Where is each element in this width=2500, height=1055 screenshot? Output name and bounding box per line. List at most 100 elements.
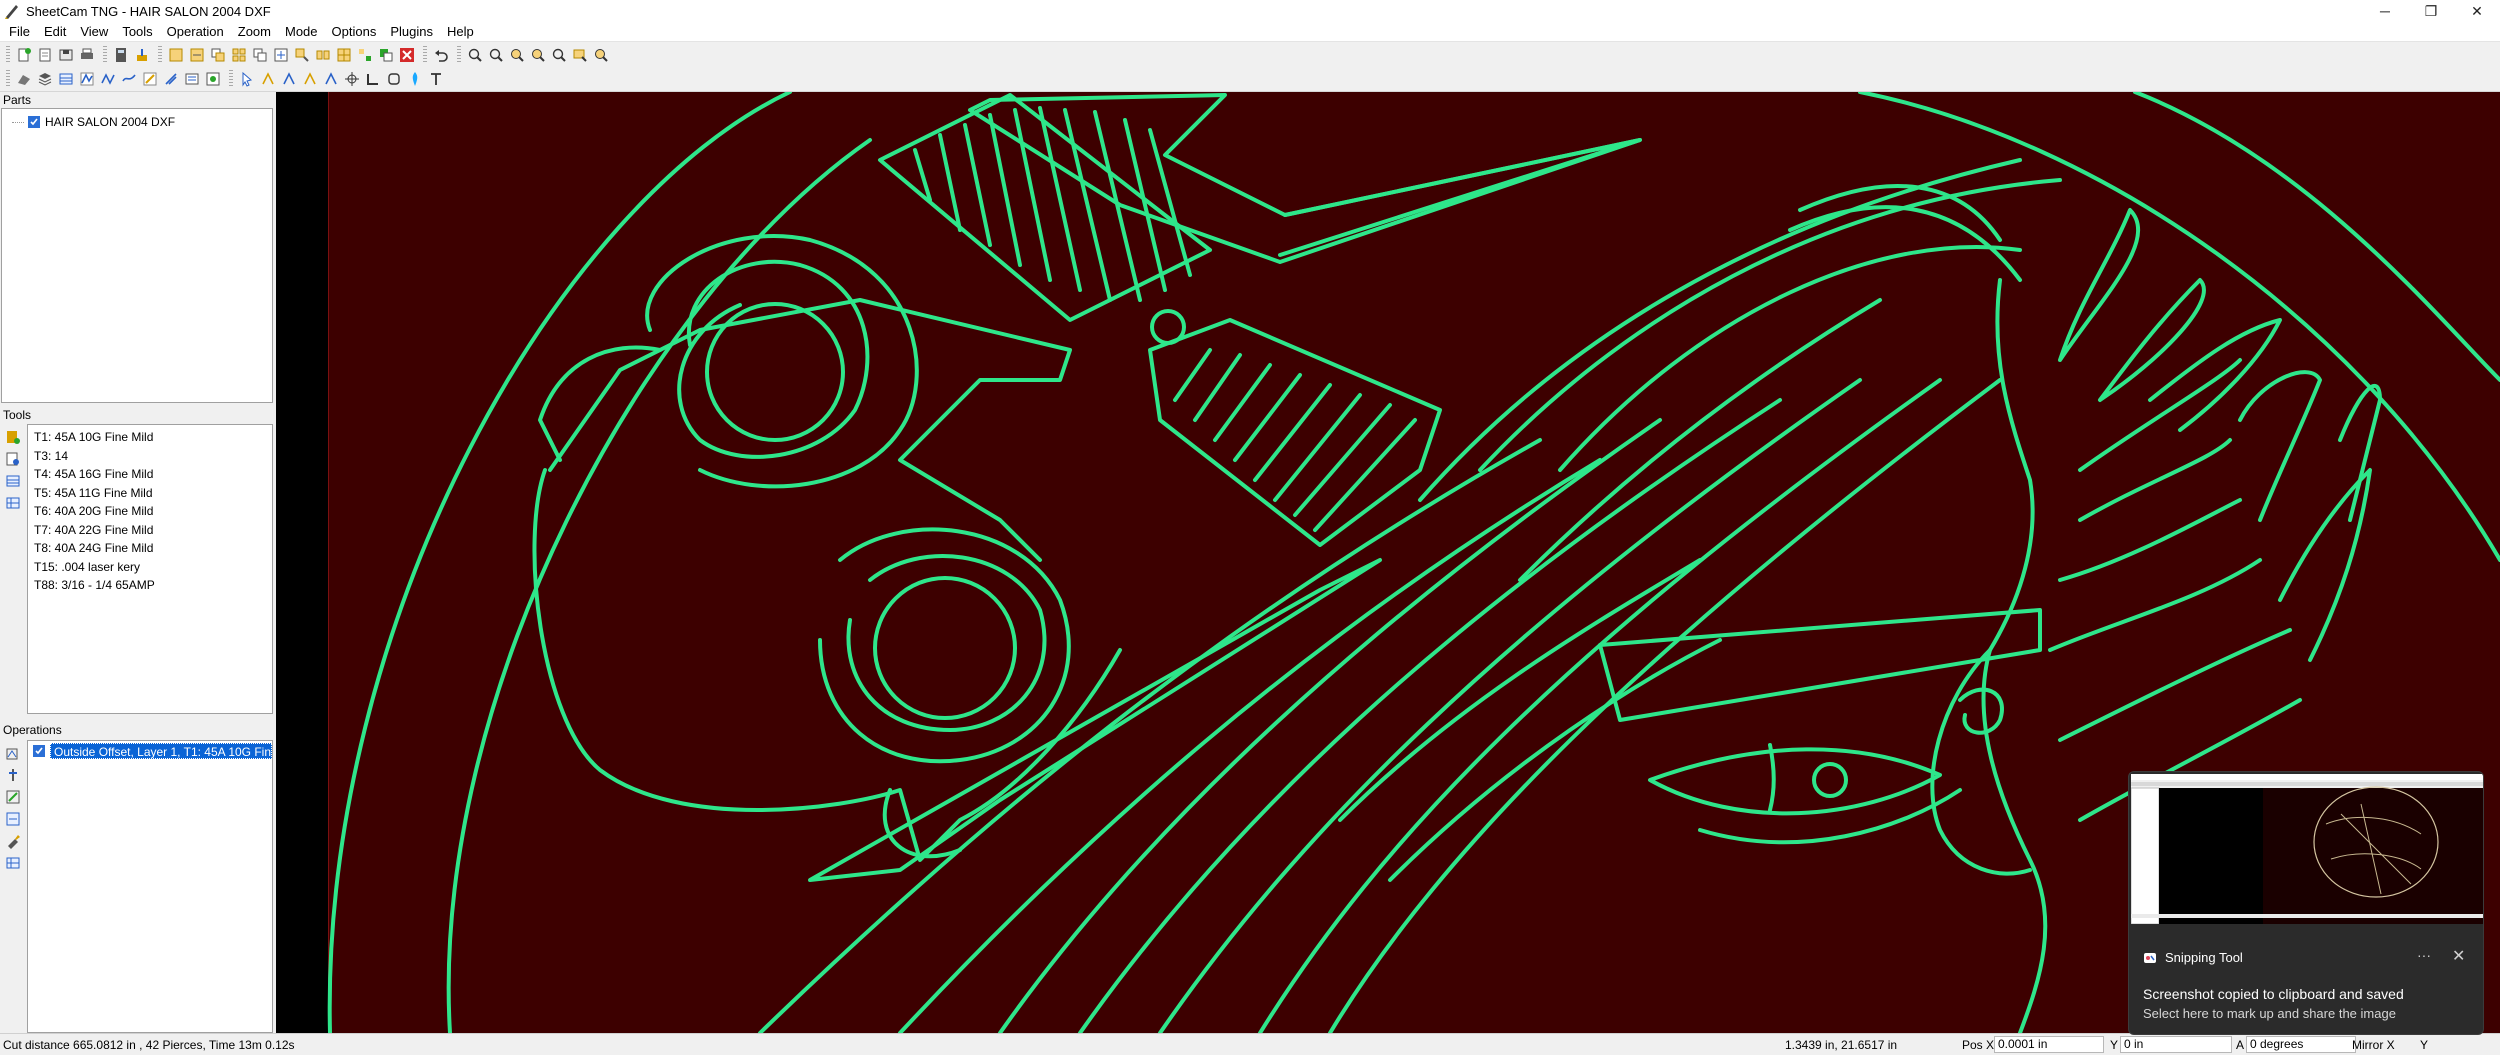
more-options-icon[interactable]: ··· bbox=[2417, 947, 2431, 963]
array-part-icon[interactable] bbox=[229, 45, 248, 64]
cut-inside-icon[interactable] bbox=[98, 70, 117, 89]
toolbar-grip[interactable] bbox=[6, 45, 10, 64]
start-point-icon[interactable] bbox=[258, 70, 277, 89]
machine-options-icon[interactable] bbox=[14, 70, 33, 89]
menu-options[interactable]: Options bbox=[325, 22, 384, 42]
text-icon[interactable] bbox=[426, 70, 445, 89]
menu-plugins[interactable]: Plugins bbox=[383, 22, 440, 42]
toast-close-icon[interactable]: ✕ bbox=[2452, 946, 2465, 966]
select-all-icon[interactable] bbox=[166, 45, 185, 64]
nest-part-icon[interactable] bbox=[334, 45, 353, 64]
menu-file[interactable]: File bbox=[2, 22, 37, 42]
toolbar-grip[interactable] bbox=[103, 45, 107, 64]
explode-part-icon[interactable] bbox=[355, 45, 374, 64]
y-input[interactable]: 0 in bbox=[2120, 1036, 2232, 1053]
tool-item[interactable]: T7: 40A 22G Fine Mild bbox=[28, 521, 272, 540]
select-parts-icon[interactable] bbox=[187, 45, 206, 64]
tool-item[interactable]: T5: 45A 11G Fine Mild bbox=[28, 484, 272, 503]
close-button[interactable]: ✕ bbox=[2454, 0, 2500, 22]
sheet-origin-icon[interactable] bbox=[363, 70, 382, 89]
undo-icon[interactable] bbox=[431, 45, 450, 64]
flame-icon[interactable] bbox=[405, 70, 424, 89]
tab-icon[interactable] bbox=[300, 70, 319, 89]
menu-tools[interactable]: Tools bbox=[115, 22, 159, 42]
tool-item[interactable]: T6: 40A 20G Fine Mild bbox=[28, 502, 272, 521]
delete-part-icon[interactable] bbox=[397, 45, 416, 64]
zoom-in-icon[interactable] bbox=[465, 45, 484, 64]
rotate-part-icon[interactable] bbox=[250, 45, 269, 64]
post-process-icon[interactable] bbox=[132, 45, 151, 64]
clone-part-icon[interactable] bbox=[376, 45, 395, 64]
toolbar-grip[interactable] bbox=[158, 45, 162, 64]
snipping-tool-notification[interactable]: Snipping Tool ··· ✕ Screenshot copied to… bbox=[2128, 771, 2484, 1035]
save-icon[interactable] bbox=[56, 45, 75, 64]
operation-table-icon[interactable] bbox=[3, 854, 23, 872]
print-icon[interactable] bbox=[77, 45, 96, 64]
menu-edit[interactable]: Edit bbox=[37, 22, 73, 42]
operation-settings-icon[interactable] bbox=[3, 766, 23, 784]
drill-icon[interactable] bbox=[140, 70, 159, 89]
operation-tool-icon[interactable] bbox=[3, 832, 23, 850]
tool-item[interactable]: T8: 40A 24G Fine Mild bbox=[28, 539, 272, 558]
tool-list-icon[interactable] bbox=[3, 472, 23, 490]
operation-checkbox[interactable] bbox=[33, 744, 45, 757]
move-operation-icon[interactable] bbox=[3, 788, 23, 806]
tool-item[interactable]: T15: .004 laser kery bbox=[28, 558, 272, 577]
operation-row[interactable]: Outside Offset, Layer 1, T1: 45A 10G Fin… bbox=[33, 742, 272, 759]
part-row[interactable]: HAIR SALON 2004 DXF bbox=[12, 113, 272, 131]
maximize-button[interactable]: ❐ bbox=[2408, 0, 2454, 22]
tool-table-icon[interactable] bbox=[56, 70, 75, 89]
move-part-icon[interactable] bbox=[271, 45, 290, 64]
lead-in-icon[interactable] bbox=[279, 70, 298, 89]
tool-table-side-icon[interactable] bbox=[3, 494, 23, 512]
part-checkbox[interactable] bbox=[28, 116, 40, 128]
angle-input[interactable]: 0 degrees bbox=[2246, 1036, 2356, 1053]
scale-part-icon[interactable] bbox=[292, 45, 311, 64]
edit-tool-icon[interactable] bbox=[3, 450, 23, 468]
cut-on-line-icon[interactable] bbox=[119, 70, 138, 89]
cut-outside-icon[interactable] bbox=[77, 70, 96, 89]
copy-operation-icon[interactable] bbox=[3, 810, 23, 828]
measure-icon[interactable] bbox=[384, 70, 403, 89]
new-file-icon[interactable] bbox=[14, 45, 33, 64]
toast-message: Screenshot copied to clipboard and saved bbox=[2143, 986, 2404, 1002]
new-tool-icon[interactable] bbox=[3, 428, 23, 446]
zoom-parts-icon[interactable] bbox=[528, 45, 547, 64]
select-pointer-icon[interactable] bbox=[237, 70, 256, 89]
menu-help[interactable]: Help bbox=[440, 22, 481, 42]
zoom-out-icon[interactable] bbox=[486, 45, 505, 64]
tool-item[interactable]: T1: 45A 10G Fine Mild bbox=[28, 428, 272, 447]
open-file-icon[interactable] bbox=[35, 45, 54, 64]
minimize-button[interactable]: ─ bbox=[2362, 0, 2408, 22]
tool-item[interactable]: T88: 3/16 - 1/4 65AMP bbox=[28, 576, 272, 595]
screenshot-thumbnail[interactable] bbox=[2131, 774, 2483, 924]
engrave-icon[interactable] bbox=[182, 70, 201, 89]
toolbar-grip[interactable] bbox=[6, 70, 10, 88]
menu-operation[interactable]: Operation bbox=[160, 22, 231, 42]
tool-item[interactable]: T3: 14 bbox=[28, 447, 272, 466]
main-toolbar bbox=[0, 42, 2500, 67]
copy-part-icon[interactable] bbox=[208, 45, 227, 64]
zoom-sheet-icon[interactable] bbox=[570, 45, 589, 64]
toolbar-grip[interactable] bbox=[457, 45, 461, 64]
menu-mode[interactable]: Mode bbox=[278, 22, 325, 42]
menu-zoom[interactable]: Zoom bbox=[231, 22, 278, 42]
new-operation-icon[interactable] bbox=[3, 744, 23, 762]
zoom-extents-icon[interactable] bbox=[549, 45, 568, 64]
layers-icon[interactable] bbox=[35, 70, 54, 89]
cut-order-icon[interactable] bbox=[321, 70, 340, 89]
calculator-icon[interactable] bbox=[111, 45, 130, 64]
outer-circle-arc bbox=[327, 92, 792, 1033]
pocket-icon[interactable] bbox=[161, 70, 180, 89]
zoom-path-icon[interactable] bbox=[591, 45, 610, 64]
crosshair-icon[interactable] bbox=[342, 70, 361, 89]
tool-item[interactable]: T4: 45A 16G Fine Mild bbox=[28, 465, 272, 484]
hole-icon[interactable] bbox=[203, 70, 222, 89]
pos-x-input[interactable]: 0.0001 in bbox=[1994, 1036, 2104, 1053]
menu-view[interactable]: View bbox=[73, 22, 115, 42]
zoom-window-icon[interactable] bbox=[507, 45, 526, 64]
toolbar-grip[interactable] bbox=[229, 70, 233, 88]
toolbar-grip[interactable] bbox=[423, 45, 427, 64]
mirror-part-icon[interactable] bbox=[313, 45, 332, 64]
hair-lock bbox=[2238, 370, 2322, 522]
